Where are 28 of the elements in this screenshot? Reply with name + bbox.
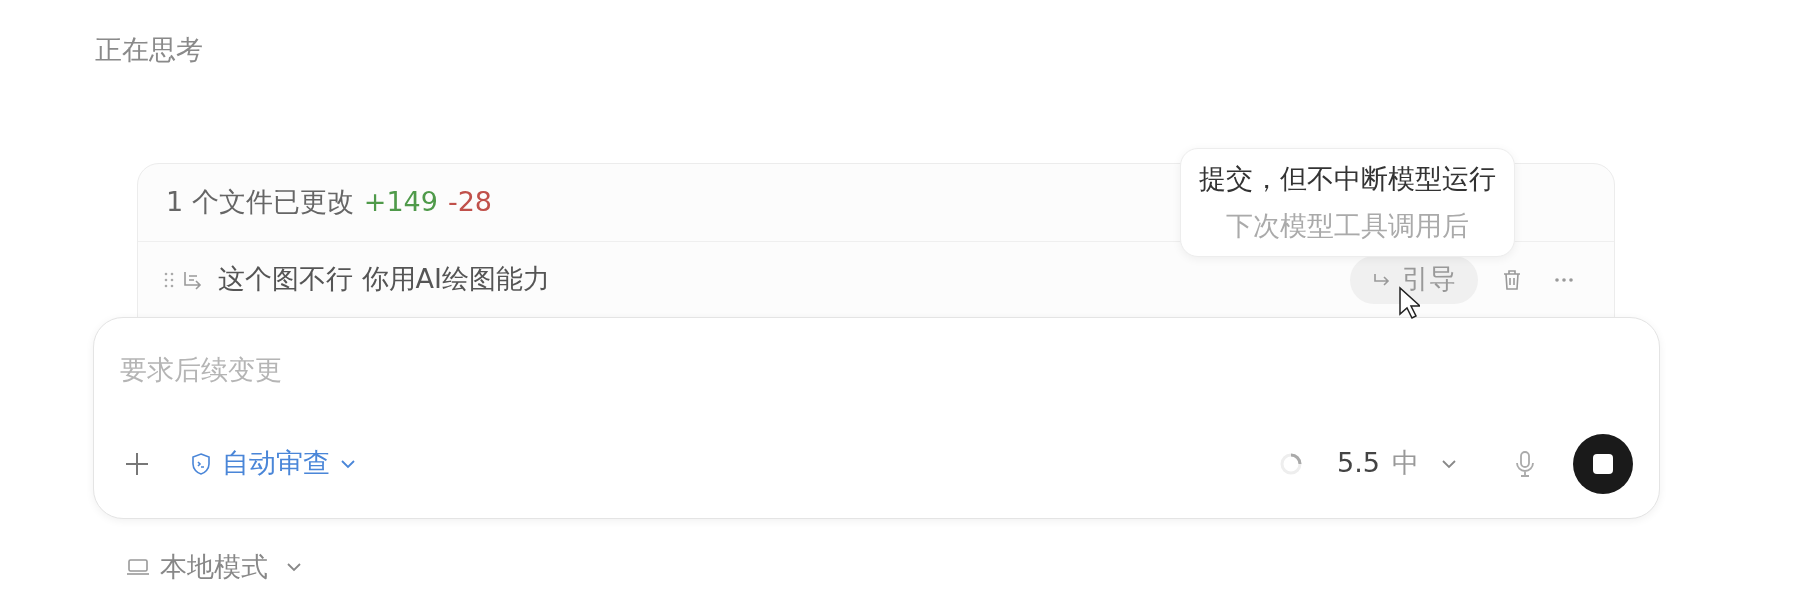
- message-input[interactable]: 要求后续变更: [120, 347, 1633, 392]
- plus-icon[interactable]: [124, 450, 150, 477]
- shield-icon: [190, 451, 212, 476]
- stop-icon: [1593, 453, 1613, 474]
- lines-removed: -28: [447, 184, 493, 219]
- queued-message: 这个图不行 你用AI绘图能力: [218, 262, 550, 297]
- tooltip-subtitle: 下次模型工具调用后: [1226, 208, 1469, 243]
- lines-added: +149: [363, 184, 438, 219]
- queued-message-icon: [182, 269, 204, 290]
- tooltip-title: 提交，但不中断模型运行: [1199, 162, 1496, 196]
- laptop-icon: [126, 556, 150, 577]
- chevron-down-icon: [1441, 458, 1457, 469]
- loading-spinner-icon: [1279, 451, 1304, 476]
- steer-button[interactable]: 引导: [1350, 255, 1478, 304]
- drag-handle-icon[interactable]: [164, 270, 174, 289]
- review-mode-dropdown[interactable]: 自动审查: [190, 443, 356, 484]
- microphone-icon[interactable]: [1515, 449, 1535, 478]
- chevron-down-icon: [340, 458, 356, 469]
- effort-level: 中: [1392, 446, 1419, 481]
- more-icon[interactable]: [1554, 276, 1574, 283]
- mode-dropdown[interactable]: 本地模式: [126, 546, 302, 587]
- return-arrow-icon: [1372, 271, 1392, 288]
- model-dropdown[interactable]: 5.5 中: [1337, 443, 1457, 484]
- model-version: 5.5: [1337, 446, 1380, 481]
- changes-summary: 1 个文件已更改: [166, 184, 354, 219]
- status-text: 正在思考: [95, 34, 203, 65]
- chevron-down-icon: [286, 561, 302, 572]
- trash-icon[interactable]: [1502, 268, 1522, 291]
